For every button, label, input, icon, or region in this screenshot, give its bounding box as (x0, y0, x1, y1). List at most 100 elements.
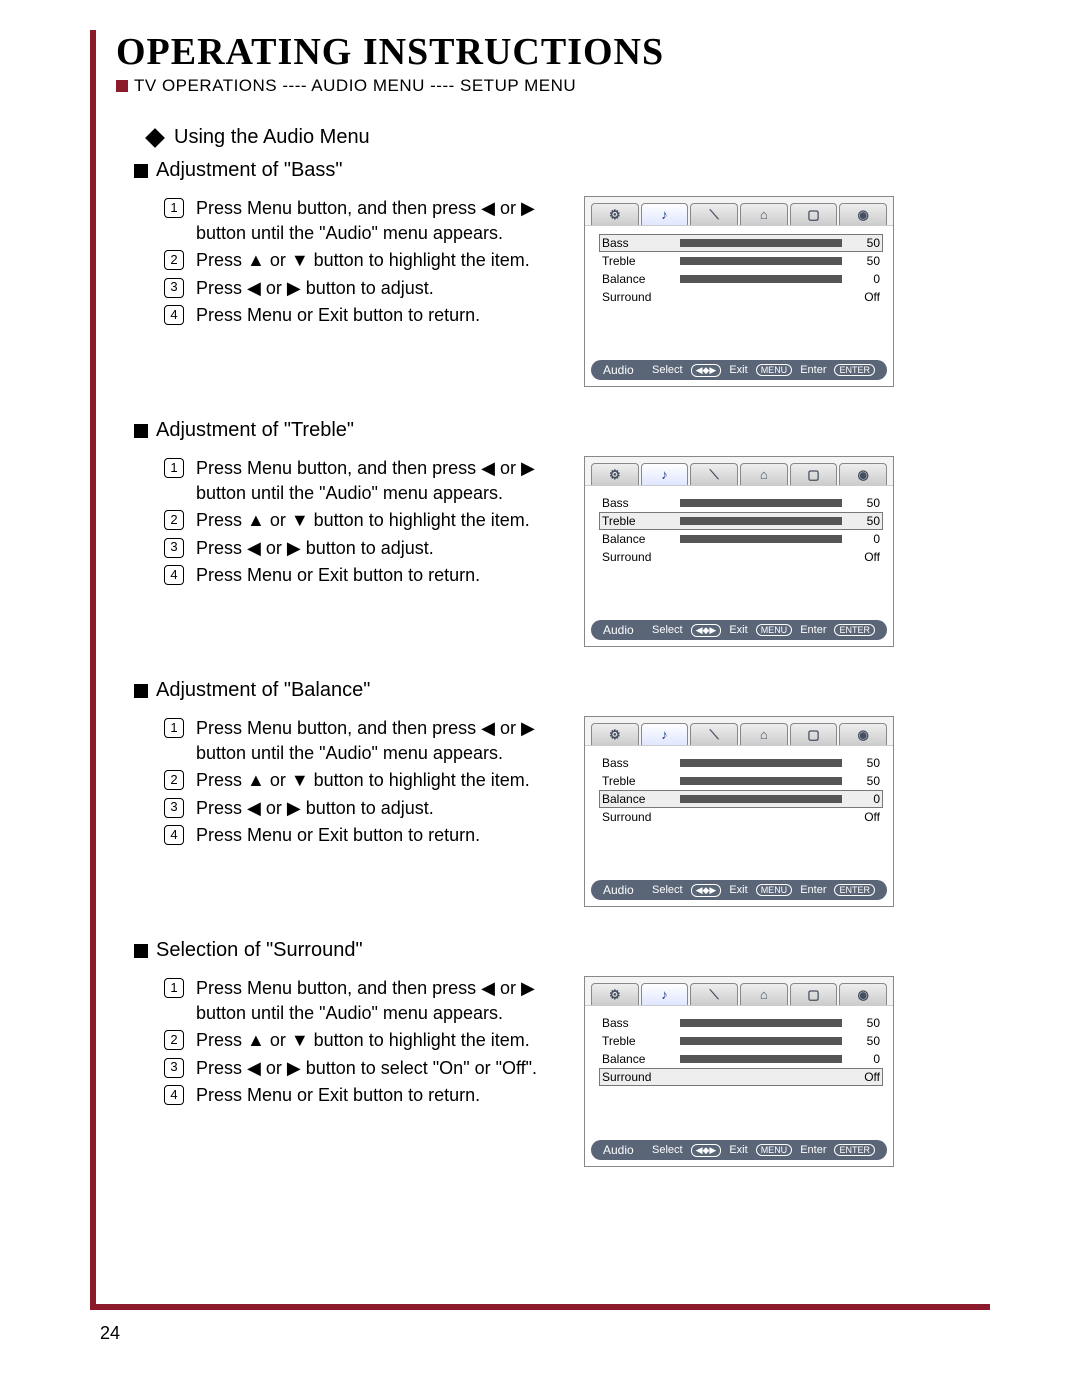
osd-tab-icon: ▢ (790, 203, 838, 225)
steps-list: 1 Press Menu button, and then press ◀ or… (134, 456, 564, 588)
step-text: Press ▲ or ▼ button to highlight the ite… (196, 768, 564, 793)
step-number-icon: 4 (164, 305, 184, 325)
osd-exit-label: Exit (729, 624, 747, 636)
osd-row: Bass 50 (599, 494, 883, 512)
breadcrumb-text: TV OPERATIONS ---- AUDIO MENU ---- SETUP… (134, 76, 576, 96)
osd-row-value: 50 (850, 254, 880, 268)
osd-enter-label: Enter (800, 624, 826, 636)
section: Selection of "Surround" 1 Press Menu but… (116, 939, 990, 1167)
osd-body: Bass 50 Treble 50 Balance 0 Surround Off (585, 486, 893, 616)
osd-tab-icon: ▢ (790, 723, 838, 745)
osd-row-value: Off (850, 550, 880, 564)
step-text: Press ▲ or ▼ button to highlight the ite… (196, 1028, 564, 1053)
osd-row-label: Balance (602, 792, 672, 806)
osd-row-label: Surround (602, 1070, 672, 1084)
step-number-icon: 2 (164, 1030, 184, 1050)
step-number-icon: 1 (164, 718, 184, 738)
step: 4 Press Menu or Exit button to return. (164, 1083, 564, 1108)
square-icon (134, 164, 148, 178)
square-icon (134, 684, 148, 698)
osd-tab-icon: ⚙ (591, 983, 639, 1005)
page-title: OPERATING INSTRUCTIONS (116, 30, 990, 74)
osd-row: Surround Off (599, 808, 883, 826)
step-number-icon: 1 (164, 198, 184, 218)
step-number-icon: 3 (164, 278, 184, 298)
osd-tab-icon: ♪ (641, 723, 689, 745)
osd-tab-icon: ⌂ (740, 983, 788, 1005)
step: 2 Press ▲ or ▼ button to highlight the i… (164, 248, 564, 273)
step: 3 Press ◀ or ▶ button to adjust. (164, 796, 564, 821)
osd-row-value: 0 (850, 272, 880, 286)
osd-tabstrip: ⚙♪⟍⌂▢◉ (585, 457, 893, 486)
osd-row-value: 50 (850, 236, 880, 250)
osd-tab-icon: ♪ (641, 203, 689, 225)
osd-row-label: Treble (602, 254, 672, 268)
osd-slider (680, 759, 842, 767)
step-text: Press Menu or Exit button to return. (196, 303, 564, 328)
step-text: Press ▲ or ▼ button to highlight the ite… (196, 248, 564, 273)
osd-row-label: Balance (602, 532, 672, 546)
step-number-icon: 2 (164, 770, 184, 790)
osd-exit-btn: MENU (756, 1144, 793, 1156)
osd-exit-label: Exit (729, 884, 747, 896)
step-text: Press Menu or Exit button to return. (196, 563, 564, 588)
manual-page: OPERATING INSTRUCTIONS TV OPERATIONS ---… (90, 30, 990, 1310)
osd-row-value: 50 (850, 514, 880, 528)
osd-column: ⚙♪⟍⌂▢◉ Bass 50 Treble 50 Balance 0 Surro… (584, 456, 894, 647)
osd-tabstrip: ⚙♪⟍⌂▢◉ (585, 977, 893, 1006)
osd-row-value: 0 (850, 792, 880, 806)
step-text: Press Menu or Exit button to return. (196, 823, 564, 848)
section-heading: Adjustment of "Bass" (134, 159, 990, 182)
osd-select-label: Select (652, 624, 683, 636)
osd-enter-btn: ENTER (834, 884, 875, 896)
osd-enter-btn: ENTER (834, 624, 875, 636)
steps-column: 1 Press Menu button, and then press ◀ or… (134, 716, 564, 907)
step-number-icon: 3 (164, 798, 184, 818)
osd-select-icon: ◀◆▶ (691, 1144, 722, 1157)
osd-statusbar: Audio Select ◀◆▶ Exit MENU Enter ENTER (591, 880, 887, 900)
section-heading: Adjustment of "Treble" (134, 419, 990, 442)
osd-tab-icon: ⟍ (690, 203, 738, 225)
osd-tab-icon: ◉ (839, 723, 887, 745)
osd-row-value: 50 (850, 774, 880, 788)
osd-enter-label: Enter (800, 364, 826, 376)
osd-slider (680, 1037, 842, 1045)
step-text: Press Menu button, and then press ◀ or ▶… (196, 976, 564, 1026)
osd-tab-icon: ♪ (641, 983, 689, 1005)
osd-screenshot: ⚙♪⟍⌂▢◉ Bass 50 Treble 50 Balance 0 Surro… (584, 196, 894, 387)
osd-row: Bass 50 (599, 1014, 883, 1032)
osd-row: Bass 50 (599, 234, 883, 252)
osd-row-value: Off (850, 1070, 880, 1084)
section-heading-text: Adjustment of "Balance" (156, 679, 370, 702)
osd-statusbar: Audio Select ◀◆▶ Exit MENU Enter ENTER (591, 620, 887, 640)
steps-column: 1 Press Menu button, and then press ◀ or… (134, 456, 564, 647)
osd-row: Surround Off (599, 548, 883, 566)
section: Adjustment of "Balance" 1 Press Menu but… (116, 679, 990, 907)
osd-tab-icon: ◉ (839, 983, 887, 1005)
osd-row-value: Off (850, 290, 880, 304)
lead-heading-text: Using the Audio Menu (174, 126, 370, 149)
osd-row-label: Bass (602, 236, 672, 250)
page-number: 24 (100, 1323, 120, 1344)
step: 1 Press Menu button, and then press ◀ or… (164, 976, 564, 1026)
section: Adjustment of "Treble" 1 Press Menu butt… (116, 419, 990, 647)
step-text: Press ▲ or ▼ button to highlight the ite… (196, 508, 564, 533)
osd-slider (680, 535, 842, 543)
osd-column: ⚙♪⟍⌂▢◉ Bass 50 Treble 50 Balance 0 Surro… (584, 976, 894, 1167)
osd-row-value: 0 (850, 1052, 880, 1066)
step: 4 Press Menu or Exit button to return. (164, 563, 564, 588)
osd-slider (680, 257, 842, 265)
osd-tab-icon: ◉ (839, 203, 887, 225)
osd-row: Treble 50 (599, 772, 883, 790)
diamond-icon (145, 128, 165, 148)
osd-row-value: 50 (850, 756, 880, 770)
step-number-icon: 4 (164, 825, 184, 845)
steps-column: 1 Press Menu button, and then press ◀ or… (134, 976, 564, 1167)
section-heading-text: Selection of "Surround" (156, 939, 363, 962)
osd-select-label: Select (652, 884, 683, 896)
osd-select-label: Select (652, 1144, 683, 1156)
osd-screenshot: ⚙♪⟍⌂▢◉ Bass 50 Treble 50 Balance 0 Surro… (584, 716, 894, 907)
osd-row: Surround Off (599, 288, 883, 306)
osd-tab-icon: ⚙ (591, 203, 639, 225)
osd-row-label: Balance (602, 1052, 672, 1066)
